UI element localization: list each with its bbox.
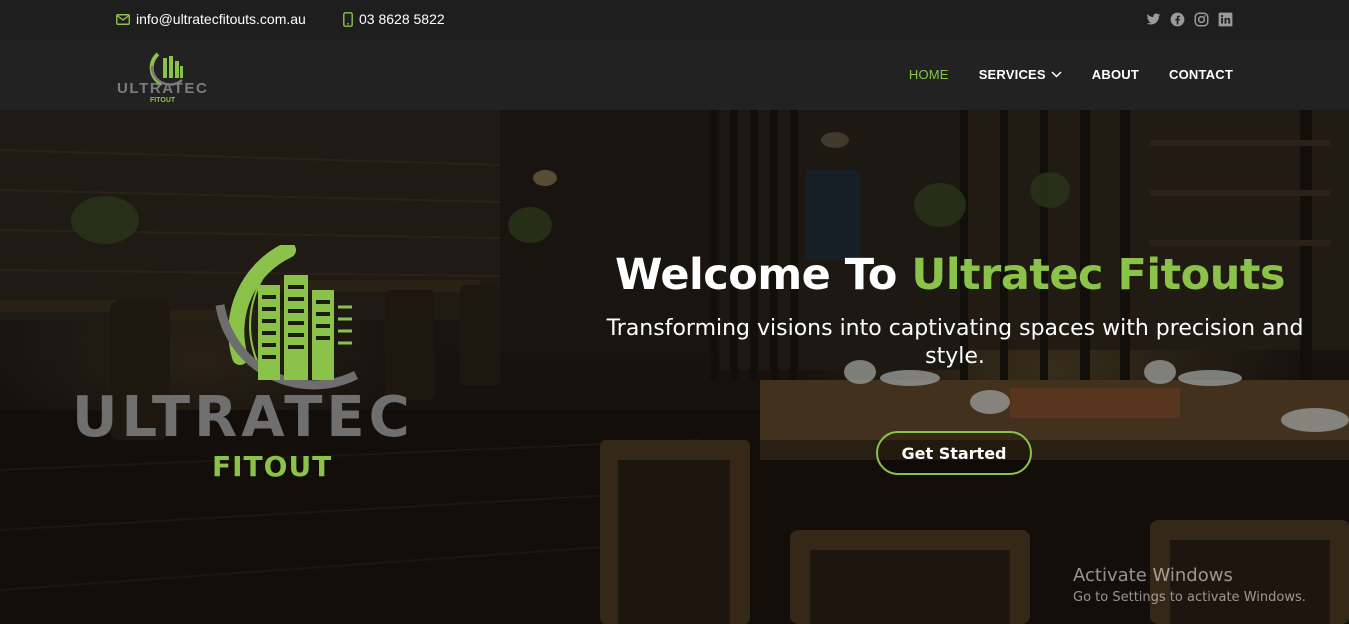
nav-services[interactable]: SERVICES bbox=[979, 67, 1062, 82]
linkedin-icon[interactable] bbox=[1218, 12, 1233, 27]
hero-section: ULTRATEC FITOUT Welcome To Ultratec Fito… bbox=[0, 110, 1349, 624]
main-navbar: ULTRATEC FITOUT HOME SERVICES ABOUT CONT… bbox=[0, 40, 1349, 110]
logo-wordmark: ULTRATEC bbox=[117, 80, 209, 97]
phone-contact[interactable]: 03 8628 5822 bbox=[343, 11, 445, 27]
hero-logo: ULTRATEC FITOUT bbox=[70, 242, 500, 485]
mobile-phone-icon bbox=[343, 11, 353, 27]
instagram-icon[interactable] bbox=[1194, 12, 1209, 27]
hero-title-brand: Ultratec Fitouts bbox=[911, 250, 1285, 300]
get-started-button[interactable]: Get Started bbox=[876, 431, 1032, 475]
chevron-down-icon bbox=[1051, 71, 1062, 78]
email-contact[interactable]: info@ultratecfitouts.com.au bbox=[116, 11, 306, 27]
activate-windows-subtitle: Go to Settings to activate Windows. bbox=[1073, 590, 1306, 605]
nav-contact[interactable]: CONTACT bbox=[1169, 67, 1233, 82]
site-logo[interactable]: ULTRATEC FITOUT bbox=[116, 46, 224, 104]
twitter-icon[interactable] bbox=[1146, 12, 1161, 27]
hero-logo-subword: FITOUT bbox=[212, 450, 333, 483]
social-links bbox=[1146, 12, 1233, 27]
email-text[interactable]: info@ultratecfitouts.com.au bbox=[136, 11, 306, 27]
hero-title-part1: Welcome To bbox=[615, 250, 912, 300]
nav-services-label: SERVICES bbox=[978, 67, 1046, 82]
hero-title: Welcome To Ultratec Fitouts bbox=[550, 250, 1349, 300]
nav-about[interactable]: ABOUT bbox=[1092, 67, 1139, 82]
hero-tagline: Transforming visions into captivating sp… bbox=[606, 316, 1304, 369]
activate-windows-watermark: Activate Windows Go to Settings to activ… bbox=[1073, 565, 1306, 605]
logo-subword: FITOUT bbox=[150, 97, 176, 104]
facebook-icon[interactable] bbox=[1170, 12, 1185, 27]
activate-windows-title: Activate Windows bbox=[1073, 565, 1233, 586]
nav-home[interactable]: HOME bbox=[909, 67, 949, 82]
hero-logo-wordmark: ULTRATEC bbox=[72, 385, 414, 450]
primary-nav: HOME SERVICES ABOUT CONTACT bbox=[909, 67, 1233, 82]
phone-text[interactable]: 03 8628 5822 bbox=[359, 11, 445, 27]
top-contact-bar: info@ultratecfitouts.com.au 03 8628 5822 bbox=[0, 0, 1349, 40]
envelope-icon bbox=[116, 13, 130, 25]
